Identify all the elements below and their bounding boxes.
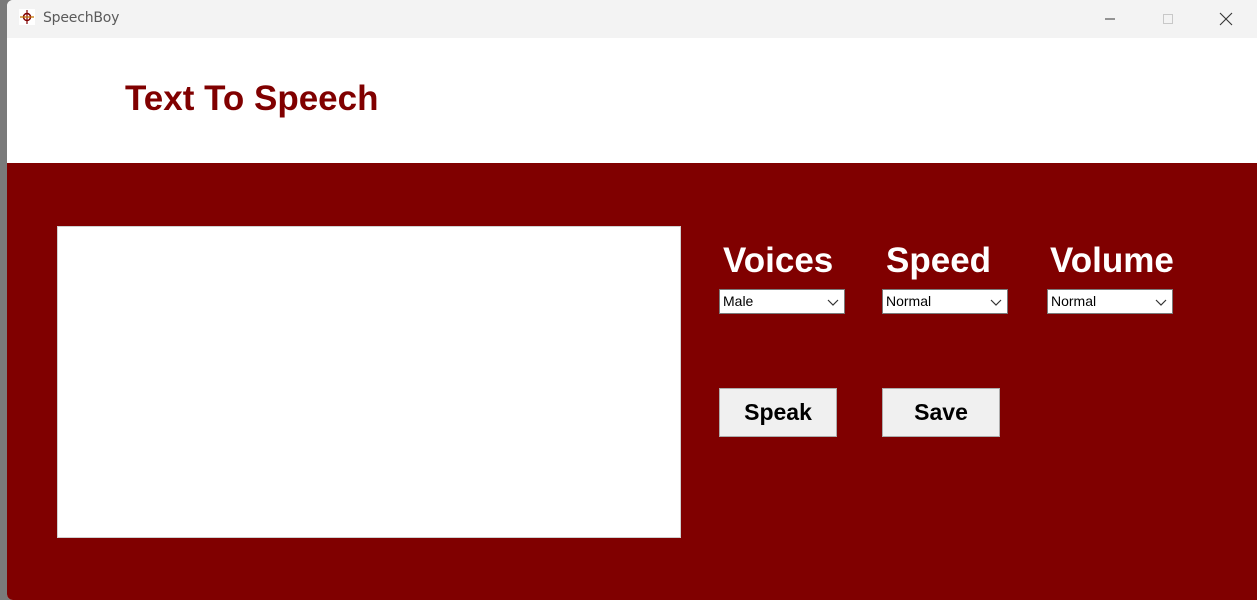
app-icon — [19, 9, 35, 25]
header-area: Text To Speech — [7, 38, 1257, 163]
text-input[interactable] — [57, 226, 681, 538]
main-panel: Voices Speed Volume Male Normal Normal S… — [7, 163, 1257, 600]
page-title: Text To Speech — [125, 79, 379, 118]
close-button[interactable] — [1197, 0, 1255, 38]
voices-select[interactable]: Male — [719, 289, 845, 314]
maximize-icon — [1163, 14, 1173, 24]
app-window: SpeechBoy Text To Speech Voices Speed Vo… — [7, 0, 1257, 600]
title-bar[interactable]: SpeechBoy — [7, 0, 1257, 38]
volume-label: Volume — [1050, 241, 1174, 280]
save-button[interactable]: Save — [882, 388, 1000, 437]
maximize-button[interactable] — [1139, 0, 1197, 38]
voices-label: Voices — [723, 241, 834, 280]
speak-button[interactable]: Speak — [719, 388, 837, 437]
chevron-down-icon — [1155, 299, 1167, 306]
minimize-icon — [1105, 18, 1115, 20]
minimize-button[interactable] — [1081, 0, 1139, 38]
voices-selected-value: Male — [723, 293, 754, 309]
close-icon — [1219, 12, 1233, 26]
volume-select[interactable]: Normal — [1047, 289, 1173, 314]
chevron-down-icon — [827, 299, 839, 306]
speed-selected-value: Normal — [886, 293, 932, 309]
speed-select[interactable]: Normal — [882, 289, 1008, 314]
chevron-down-icon — [990, 299, 1002, 306]
speed-label: Speed — [886, 241, 992, 280]
volume-selected-value: Normal — [1051, 293, 1097, 309]
window-title: SpeechBoy — [43, 10, 120, 26]
